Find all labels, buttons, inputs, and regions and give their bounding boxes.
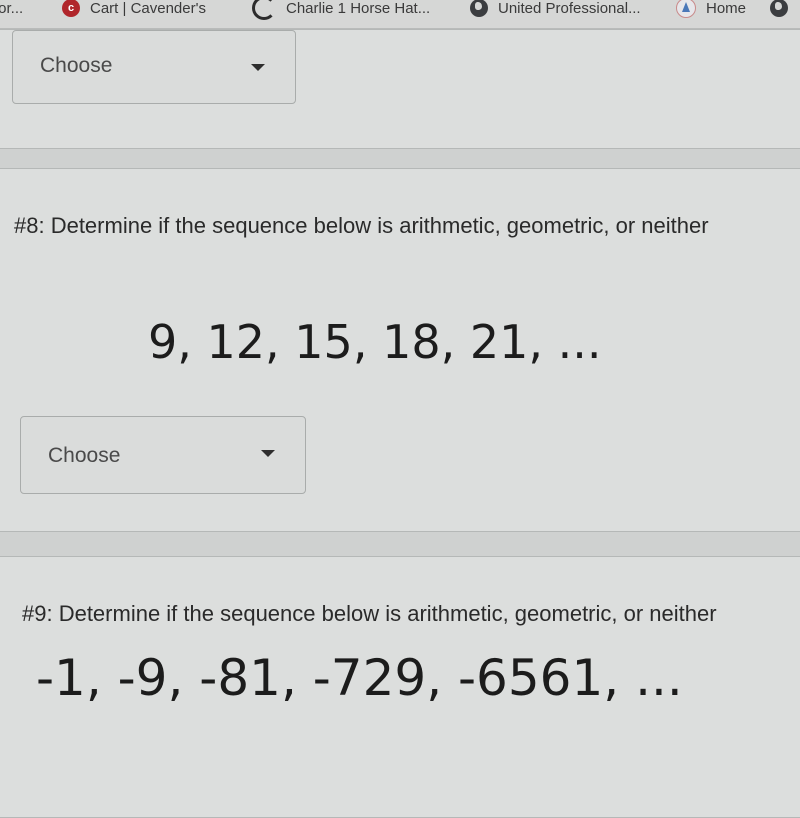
dropdown-caret-icon	[251, 64, 265, 71]
globe-icon	[770, 0, 788, 17]
bookmark-united-professional[interactable]: United Professional...	[470, 0, 641, 22]
answer-select-previous[interactable]: Choose	[12, 30, 296, 104]
question-prompt: #8: Determine if the sequence below is a…	[14, 213, 709, 238]
question-prompt: #9: Determine if the sequence below is a…	[22, 601, 717, 626]
home-sail-icon	[676, 0, 696, 18]
bookmarks-bar: for... c Cart | Cavender's Charlie 1 Hor…	[0, 0, 800, 29]
bookmark-label: Cart | Cavender's	[90, 0, 206, 17]
question-card-9: #9: Determine if the sequence below is a…	[0, 556, 800, 818]
bookmark-label: Home	[706, 0, 747, 17]
select-value: Choose	[40, 54, 113, 77]
cavenders-shield-icon: c	[62, 0, 80, 17]
sequence-text: 9, 12, 15, 18, 21, ...	[148, 315, 602, 369]
bookmark-label: United Professional...	[498, 0, 641, 17]
dropdown-caret-icon	[261, 450, 275, 457]
globe-icon	[470, 0, 488, 17]
question-card-previous: Choose	[0, 29, 800, 149]
select-value: Choose	[48, 444, 121, 467]
bookmark-cart-cavenders[interactable]: c Cart | Cavender's	[62, 0, 206, 22]
bookmark-label: for...	[0, 0, 24, 17]
bookmark-truncated[interactable]: for...	[0, 0, 23, 22]
refresh-arrow-icon	[252, 0, 276, 20]
sequence-text: -1, -9, -81, -729, -6561, ...	[36, 649, 683, 707]
bookmark-charlie-horse-hat[interactable]: Charlie 1 Horse Hat...	[252, 0, 430, 22]
bookmark-globe[interactable]	[770, 0, 798, 22]
question-card-8: #8: Determine if the sequence below is a…	[0, 168, 800, 532]
bookmark-label: Charlie 1 Horse Hat...	[286, 0, 431, 17]
bookmark-home[interactable]: Home	[676, 0, 746, 22]
answer-select-8[interactable]: Choose	[20, 416, 306, 494]
